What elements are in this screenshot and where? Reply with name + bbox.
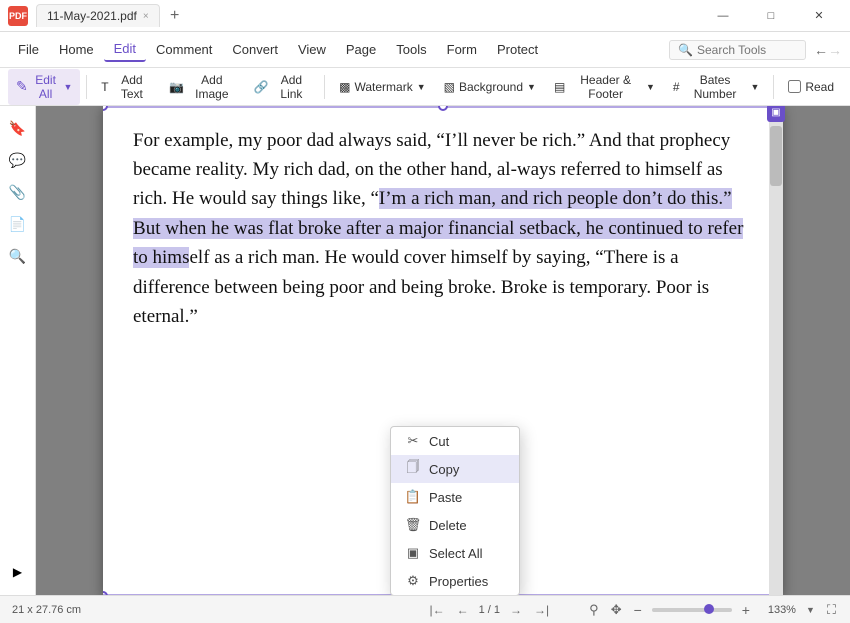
menu-form[interactable]: Form [437,38,487,61]
context-menu-select-all[interactable]: ▣ Select All [391,539,519,567]
sidebar-comment-icon[interactable]: 💬 [4,146,32,174]
zoom-in-button[interactable]: + [740,602,752,618]
app-logo: PDF [8,6,28,26]
content-area: For example, my poor dad always said, “I… [36,106,850,595]
edit-icon: ✎ [16,78,28,95]
zoom-out-button[interactable]: − [632,602,644,618]
menu-bar: File Home Edit Comment Convert View Page… [0,32,850,68]
page-dimensions: 21 x 27.76 cm [12,604,81,616]
zoom-level: 133% [760,604,796,616]
toolbar-separator-3 [773,75,774,99]
header-footer-button[interactable]: ▤ Header & Footer ▼ [546,69,663,105]
text-selected-2: ut when he was flat broke after a major … [146,218,469,239]
menu-tools[interactable]: Tools [386,38,436,61]
dropdown-icon-5: ▼ [751,82,760,92]
background-button[interactable]: ▧ Background ▼ [436,76,544,98]
read-button[interactable]: Read [780,76,842,98]
context-menu-copy[interactable]: 🗍 Copy [391,455,519,483]
zoom-thumb[interactable] [704,604,714,614]
bg-icon: ▧ [444,80,455,94]
minimize-button[interactable]: ― [700,0,746,32]
sidebar-bookmark-icon[interactable]: 🔖 [4,114,32,142]
add-text-button[interactable]: T Add Text [93,69,159,105]
properties-icon: ⚙ [405,573,421,589]
toolbar-separator [86,75,87,99]
read-checkbox[interactable] [788,80,801,93]
watermark-icon: ▩ [339,80,350,94]
sidebar-page-thumbnail-icon[interactable]: 📄 [4,210,32,238]
bates-icon: # [673,80,680,94]
title-bar: PDF 11-May-2021.pdf × + ― □ ✕ [0,0,850,32]
watermark-button[interactable]: ▩ Watermark ▼ [331,76,434,98]
zoom-slider[interactable] [652,608,732,612]
page-scrollbar[interactable] [769,106,783,595]
delete-icon: 🗑 [405,517,421,533]
dropdown-icon-4: ▼ [646,82,655,92]
sidebar-search-icon[interactable]: 🔍 [4,242,32,270]
menu-page[interactable]: Page [336,38,386,61]
paste-icon: 📋 [405,489,421,505]
fit-width-button[interactable]: ✥ [609,602,624,618]
toolbar-separator-2 [324,75,325,99]
menu-comment[interactable]: Comment [146,38,222,61]
search-icon: 🔍 [678,43,693,57]
link-icon: 🔗 [254,80,269,94]
next-page-button[interactable]: → [508,603,524,617]
menu-view[interactable]: View [288,38,336,61]
copy-icon: 🗍 [405,461,421,477]
last-page-button[interactable]: →| [532,603,551,617]
status-bar: 21 x 27.76 cm |← ← 1 / 1 → →| ⚲ ✥ − + 13… [0,595,850,623]
new-tab-button[interactable]: + [164,5,186,27]
toolbar: ✎ Edit All ▼ T Add Text 📷 Add Image 🔗 Ad… [0,68,850,106]
zoom-dropdown-button[interactable]: ▼ [804,605,817,615]
dropdown-icon-2: ▼ [417,82,426,92]
page-indicator-icon: ▣ [767,106,785,122]
first-page-button[interactable]: |← [427,603,446,617]
dropdown-icon: ▼ [63,82,72,92]
tab-bar: 11-May-2021.pdf × + [36,4,700,27]
active-tab[interactable]: 11-May-2021.pdf × [36,4,160,27]
menu-edit[interactable]: Edit [104,37,146,62]
bates-number-button[interactable]: # Bates Number ▼ [665,69,768,105]
close-window-button[interactable]: ✕ [796,0,842,32]
tab-title: 11-May-2021.pdf [47,9,137,23]
close-tab-button[interactable]: × [143,11,149,22]
page-text-content: For example, my poor dad always said, “I… [103,106,783,352]
select-all-icon: ▣ [405,545,421,561]
nav-forward-button[interactable]: → [828,42,842,58]
sidebar-attachment-icon[interactable]: 📎 [4,178,32,206]
search-tools-input[interactable] [697,43,797,57]
restore-button[interactable]: □ [748,0,794,32]
cut-icon: ✂ [405,433,421,449]
scroll-thumb[interactable] [770,126,782,186]
menu-convert[interactable]: Convert [222,38,288,61]
dropdown-icon-3: ▼ [527,82,536,92]
prev-page-button[interactable]: ← [455,603,471,617]
context-menu: ✂ Cut 🗍 Copy 📋 Paste 🗑 Delete ▣ Select A… [390,426,520,595]
edit-all-button[interactable]: ✎ Edit All ▼ [8,69,80,105]
menu-protect[interactable]: Protect [487,38,548,61]
context-menu-cut[interactable]: ✂ Cut [391,427,519,455]
context-menu-delete[interactable]: 🗑 Delete [391,511,519,539]
add-link-button[interactable]: 🔗 Add Link [246,69,319,105]
search-tools-box: 🔍 [669,40,806,60]
menu-file[interactable]: File [8,38,49,61]
menu-home[interactable]: Home [49,38,104,61]
context-menu-properties[interactable]: ⚙ Properties [391,567,519,595]
fit-page-button[interactable]: ⚲ [587,602,601,618]
status-right: |← ← 1 / 1 → →| ⚲ ✥ − + 133% ▼ ⛶ [427,602,838,618]
text-normal-after-1: elf as a rich man. He would cover himsel… [133,247,709,327]
hf-icon: ▤ [554,80,565,94]
page-indicator: 1 / 1 [479,604,500,616]
add-image-button[interactable]: 📷 Add Image [161,69,243,105]
sidebar-expand-icon[interactable]: ▶ [13,565,22,587]
text-icon: T [101,80,108,94]
image-icon: 📷 [169,80,184,94]
nav-back-button[interactable]: ← [814,42,828,58]
context-menu-paste[interactable]: 📋 Paste [391,483,519,511]
window-controls: ― □ ✕ [700,0,842,32]
left-sidebar: 🔖 💬 📎 📄 🔍 ▶ [0,106,36,595]
fullscreen-button[interactable]: ⛶ [825,602,838,618]
